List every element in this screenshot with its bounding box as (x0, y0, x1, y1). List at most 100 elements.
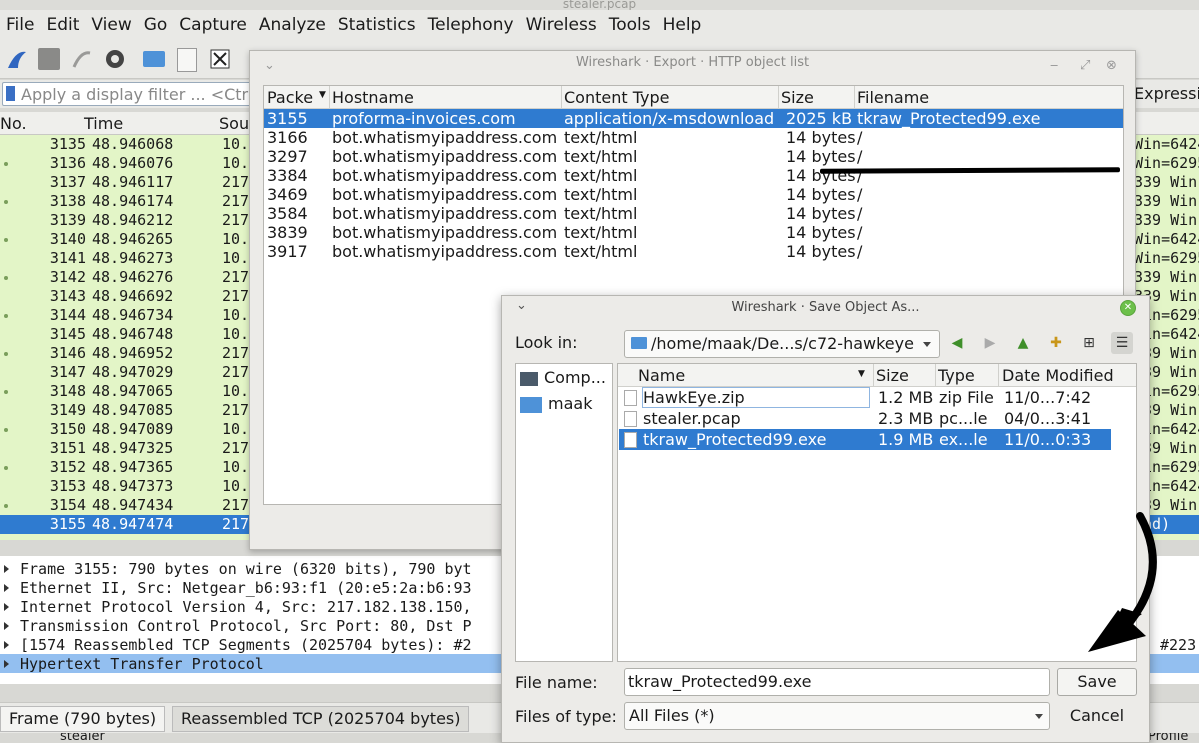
col-hostname[interactable]: Hostname (332, 88, 414, 107)
close-icon[interactable]: ✕ (1120, 300, 1136, 316)
menu-tools[interactable]: Tools (609, 15, 651, 35)
new-folder-icon[interactable]: ✚ (1045, 332, 1067, 354)
menu-view[interactable]: View (91, 15, 131, 35)
packet-source: 217 (222, 192, 250, 210)
http-object-row[interactable]: 3166 bot.whatismyipaddress.com text/html 14… (264, 128, 1123, 147)
menu-go[interactable]: Go (144, 15, 168, 35)
menu-statistics[interactable]: Statistics (338, 15, 416, 35)
expand-arrow-icon[interactable] (4, 603, 9, 611)
col-size[interactable]: Size (876, 366, 909, 385)
menu-telephony[interactable]: Telephony (428, 15, 514, 35)
status-profile[interactable]: Profile (1148, 733, 1188, 743)
save-button[interactable]: Save (1057, 668, 1137, 696)
related-packet-icon (4, 390, 8, 394)
http-object-row[interactable]: 3297 bot.whatismyipaddress.com text/html 14… (264, 147, 1123, 166)
menu-wireless[interactable]: Wireless (526, 15, 597, 35)
file-size: 1.9 MB (878, 430, 934, 449)
file-name-input[interactable]: tkraw_Protected99.exe (624, 668, 1050, 696)
bookmark-icon[interactable] (6, 86, 15, 101)
expression-button[interactable]: Expression (1134, 84, 1199, 103)
col-packet[interactable]: Packe (267, 88, 313, 107)
file-row[interactable]: tkraw_Protected99.exe 1.9 MB ex...le 11/0..… (619, 429, 1111, 450)
packet-number: 3140 (49, 230, 86, 248)
related-packet-icon (4, 276, 8, 280)
detail-view-icon[interactable]: ☰ (1111, 332, 1133, 354)
packet-source: 217 (222, 287, 250, 305)
cell-file: / (857, 204, 863, 223)
file-row[interactable]: HawkEye.zip 1.2 MB zip File 11/0...7:42 (619, 387, 1111, 408)
cell-type: text/html (564, 185, 638, 204)
packet-source: 10. (222, 420, 250, 438)
col-time[interactable]: Time (84, 114, 123, 133)
minimize-icon[interactable]: ⌄ (264, 54, 275, 78)
cell-packet: 3166 (267, 128, 308, 147)
close-file-icon[interactable] (209, 48, 231, 70)
cell-size: 14 bytes (786, 242, 856, 261)
http-object-row[interactable]: 3839 bot.whatismyipaddress.com text/html 14… (264, 223, 1123, 242)
save-file-icon[interactable] (177, 48, 197, 72)
col-filename[interactable]: Filename (857, 88, 929, 107)
expand-arrow-icon[interactable] (4, 660, 9, 668)
packet-time: 48.946117 (92, 173, 174, 191)
menu-help[interactable]: Help (663, 15, 702, 35)
forward-icon[interactable]: ▶ (979, 332, 1001, 354)
menu-edit[interactable]: Edit (46, 15, 79, 35)
col-content-type[interactable]: Content Type (564, 88, 669, 107)
cancel-button[interactable]: Cancel (1057, 702, 1137, 730)
minimize-icon[interactable]: ⌄ (516, 298, 527, 313)
icon-view-icon[interactable]: ⊞ (1078, 332, 1100, 354)
packet-time: 48.946952 (92, 344, 174, 362)
http-object-row[interactable]: 3584 bot.whatismyipaddress.com text/html 14… (264, 204, 1123, 223)
file-size: 1.2 MB (878, 388, 934, 407)
menu-file[interactable]: File (6, 15, 34, 35)
shark-fin-start-icon[interactable] (6, 48, 28, 70)
cell-packet: 3155 (267, 109, 308, 128)
restart-capture-icon[interactable] (71, 48, 93, 70)
packet-info: 339 Win (1134, 173, 1198, 191)
col-name[interactable]: Name (638, 366, 685, 385)
col-date-modified[interactable]: Date Modified (1002, 366, 1114, 385)
packet-info: Win=6295 (1134, 154, 1199, 172)
expand-arrow-icon[interactable] (4, 622, 9, 630)
col-no[interactable]: No. (0, 114, 27, 133)
file-type-combo[interactable]: All Files (*) (624, 702, 1050, 730)
file-row[interactable]: stealer.pcap 2.3 MB pc...le 04/0...3:41 (619, 408, 1111, 429)
packet-time: 48.947434 (92, 496, 174, 514)
col-type[interactable]: Type (938, 366, 975, 385)
file-name-label: File name: (515, 673, 598, 692)
menu-analyze[interactable]: Analyze (259, 15, 326, 35)
packet-info: Win=6295 (1134, 249, 1199, 267)
open-folder-icon[interactable] (143, 51, 165, 67)
window-maximize-icon[interactable]: ⤢ (1080, 54, 1090, 78)
look-in-combo[interactable]: /home/maak/De...s/c72-hawkeye (624, 330, 940, 358)
menu-capture[interactable]: Capture (179, 15, 247, 35)
back-icon[interactable]: ◀ (946, 332, 968, 354)
window-minimize-icon[interactable]: ‒ (1050, 54, 1058, 78)
http-object-row[interactable]: 3917 bot.whatismyipaddress.com text/html 14… (264, 242, 1123, 261)
display-filter-input[interactable]: Apply a display filter ... <Ctrl-/> (2, 82, 277, 106)
sidebar-item-home[interactable]: maak (520, 394, 592, 413)
stop-capture-icon[interactable] (38, 48, 60, 70)
related-packet-icon (4, 504, 8, 508)
detail-text: Ethernet II, Src: Netgear_b6:93:f1 (20:e… (20, 579, 472, 597)
cell-size: 14 bytes (786, 147, 856, 166)
sidebar-item-computer[interactable]: Comp... (520, 368, 606, 387)
tab-reassembled-tcp[interactable]: Reassembled TCP (2025704 bytes) (172, 706, 470, 732)
packet-source: 10. (222, 230, 250, 248)
look-in-label: Look in: (515, 333, 578, 352)
http-object-row[interactable]: 3155 proforma-invoices.com application/x-m… (264, 109, 1123, 128)
expand-arrow-icon[interactable] (4, 584, 9, 592)
packet-time: 48.946273 (92, 249, 174, 267)
expand-arrow-icon[interactable] (4, 641, 9, 649)
parent-directory-icon[interactable]: ▲ (1012, 332, 1034, 354)
col-size[interactable]: Size (781, 88, 814, 107)
packet-source: 10. (222, 306, 250, 324)
tab-frame-bytes[interactable]: Frame (790 bytes) (0, 706, 166, 732)
capture-options-gear-icon[interactable] (104, 48, 126, 70)
close-icon[interactable]: ⊗ (1106, 54, 1117, 78)
expand-arrow-icon[interactable] (4, 565, 9, 573)
packet-number: 3150 (49, 420, 86, 438)
cell-size: 14 bytes (786, 128, 856, 147)
packet-source: 217 (222, 363, 250, 381)
http-object-row[interactable]: 3469 bot.whatismyipaddress.com text/html 14… (264, 185, 1123, 204)
